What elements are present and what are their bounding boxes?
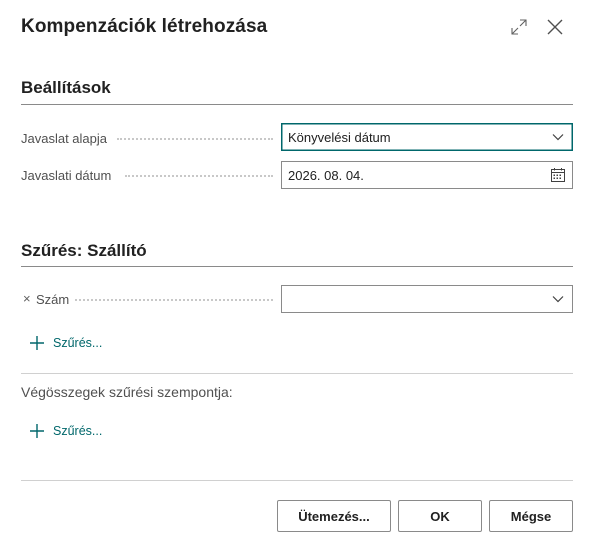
ok-button[interactable]: OK <box>398 500 482 532</box>
close-button[interactable] <box>542 14 568 40</box>
label-leader-dots <box>125 175 273 177</box>
number-filter-select[interactable] <box>281 285 573 313</box>
expand-icon <box>511 19 527 35</box>
label-leader-dots <box>117 138 273 140</box>
field-label-suggestion-basis: Javaslat alapja <box>21 131 107 146</box>
label-leader-dots <box>75 299 273 301</box>
totals-filter-label: Végösszegek szűrési szempontja: <box>21 384 233 400</box>
plus-icon <box>30 336 44 350</box>
section-title-settings: Beállítások <box>21 78 111 97</box>
remove-filter-icon[interactable]: × <box>23 291 31 306</box>
field-label-suggestion-date: Javaslati dátum <box>21 168 112 183</box>
add-totals-filter-button[interactable]: Szűrés... <box>29 423 102 439</box>
plus-icon <box>30 424 44 438</box>
field-label-number: Szám <box>36 292 70 307</box>
section-divider <box>21 266 573 267</box>
close-icon <box>547 19 563 35</box>
cancel-button[interactable]: Mégse <box>489 500 573 532</box>
footer-divider <box>21 480 573 481</box>
suggestion-date-value: 2026. 08. 04. <box>288 167 364 183</box>
section-title-vendor-filter: Szűrés: Szállító <box>21 241 147 260</box>
schedule-button[interactable]: Ütemezés... <box>277 500 391 532</box>
add-filter-link[interactable]: Szűrés... <box>53 424 102 438</box>
suggestion-basis-value: Könyvelési dátum <box>288 129 391 145</box>
expand-button[interactable] <box>506 14 532 40</box>
suggestion-basis-select[interactable]: Könyvelési dátum <box>281 123 573 151</box>
calendar-icon[interactable] <box>550 167 566 183</box>
suggestion-date-field[interactable]: 2026. 08. 04. <box>281 161 573 189</box>
section-divider <box>21 373 573 374</box>
dialog: Kompenzációk létrehozása Beállítások Jav… <box>0 0 593 547</box>
chevron-down-icon <box>550 291 566 307</box>
add-filter-link[interactable]: Szűrés... <box>53 336 102 350</box>
chevron-down-icon <box>550 129 566 145</box>
dialog-title: Kompenzációk létrehozása <box>21 16 268 37</box>
section-divider <box>21 104 573 105</box>
add-vendor-filter-button[interactable]: Szűrés... <box>29 335 102 351</box>
